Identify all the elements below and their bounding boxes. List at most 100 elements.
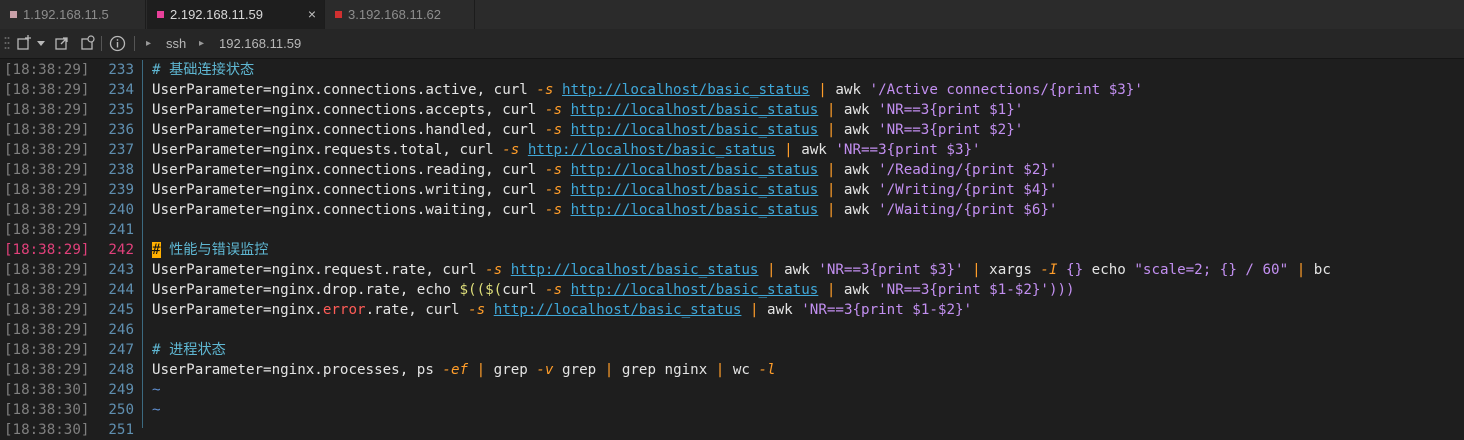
terminal-line: [18:38:29] 234 UserParameter=nginx.connect… [0,80,1464,100]
code-text: UserParameter=nginx.requests.total, curl… [152,140,981,160]
code-token: | [604,362,614,378]
url-link[interactable]: http://localhost/basic_status [528,142,776,158]
code-token: UserParameter=nginx.connections.writing,… [152,182,545,198]
url-link[interactable]: http://localhost/basic_status [571,282,819,298]
code-token: | [767,262,776,278]
code-token: -s [485,262,503,278]
tab-label: 1.192.168.11.5 [23,7,109,22]
code-token: 'NR==3{print $2}' [878,122,1024,138]
line-number: 234 [108,82,134,98]
code-token: -s [544,282,563,298]
breadcrumb-host[interactable]: 192.168.11.59 [219,34,301,52]
line-number: 239 [108,182,134,198]
code-text: UserParameter=nginx.connections.handled,… [152,120,1023,140]
code-token: -s [544,122,563,138]
code-token: # [152,242,161,258]
code-text: UserParameter=nginx.connections.reading,… [152,160,1057,180]
code-text: UserParameter=nginx.request.rate, curl -… [152,260,1331,280]
code-token: UserParameter=nginx.connections.reading,… [152,162,545,178]
info-icon[interactable] [109,34,126,52]
code-token: UserParameter=nginx.connections.handled,… [152,122,545,138]
tab-color-icon [10,11,17,18]
tab-label: 3.192.168.11.62 [348,7,442,22]
tab-label: 2.192.168.11.59 [170,7,264,22]
tab-session-2[interactable]: 2.192.168.11.59 × [147,0,325,29]
code-token: UserParameter=nginx.connections.waiting,… [152,202,545,218]
url-link[interactable]: http://localhost/basic_status [571,122,819,138]
code-token: '/Writing/{print $4}' [878,182,1058,198]
terminal-line: [18:38:29] 235 UserParameter=nginx.connect… [0,100,1464,120]
timestamp: [18:38:29] [4,62,90,78]
code-token: -v [536,362,554,378]
code-text: # 性能与错误监控 [152,240,268,260]
timestamp: [18:38:29] [4,362,90,378]
terminal-line: [18:38:29] 240 UserParameter=nginx.connect… [0,200,1464,220]
code-token: | [972,262,981,278]
line-number: 247 [108,342,134,358]
code-token: 'NR==3{print $1-$2}' [878,282,1049,298]
url-link[interactable]: http://localhost/basic_status [571,162,819,178]
url-link[interactable]: http://localhost/basic_status [571,202,819,218]
code-token: ))) [1048,282,1075,298]
divider [101,36,102,51]
code-token: # 进程状态 [152,342,226,358]
close-icon[interactable]: × [308,6,316,22]
code-token: UserParameter=nginx.connections.active, … [152,82,537,98]
line-number: 243 [108,262,134,278]
timestamp: [18:38:29] [4,282,90,298]
url-link[interactable]: http://localhost/basic_status [562,82,810,98]
code-token: error [322,302,366,318]
url-link[interactable]: http://localhost/basic_status [511,262,759,278]
line-number: 246 [108,322,134,338]
code-token: {} [1066,262,1084,278]
line-number: 237 [108,142,134,158]
tab-color-icon [335,11,342,18]
code-token: '/Waiting/{print $6}' [878,202,1058,218]
line-number: 250 [108,402,134,418]
code-token: curl [502,282,545,298]
code-token: .rate, curl [365,302,469,318]
tab-session-1[interactable]: 1.192.168.11.5 [0,0,146,29]
url-link[interactable]: http://localhost/basic_status [571,102,819,118]
code-token: 性能与错误监控 [160,242,269,258]
duplicate-tab-icon[interactable] [54,34,70,52]
url-link[interactable]: http://localhost/basic_status [494,302,742,318]
chevron-down-icon[interactable] [37,34,45,52]
code-text: UserParameter=nginx.connections.active, … [152,80,1143,100]
new-tab-icon[interactable] [16,34,32,52]
terminal-line: [18:38:29] 242 # 性能与错误监控 [0,240,1464,260]
line-number: 251 [108,422,134,438]
code-text: UserParameter=nginx.processes, ps -ef | … [152,360,776,380]
terminal-line: [18:38:29] 238 UserParameter=nginx.connect… [0,160,1464,180]
drag-handle-icon[interactable] [4,34,10,52]
line-number: 244 [108,282,134,298]
session-settings-icon[interactable] [80,34,96,52]
code-token: | [784,142,793,158]
code-token: -s [468,302,486,318]
line-number: 235 [108,102,134,118]
timestamp: [18:38:29] [4,342,90,358]
breadcrumb-protocol[interactable]: ssh [166,34,186,52]
code-token: ~ [152,382,161,398]
code-token: awk [835,162,879,178]
code-token: awk [835,102,879,118]
code-token: wc [724,362,759,378]
code-token: xargs [980,262,1041,278]
tab-session-3[interactable]: 3.192.168.11.62 [325,0,475,29]
timestamp: [18:38:29] [4,142,90,158]
code-token: | [749,302,759,318]
terminal-line: [18:38:29] 243 UserParameter=nginx.request… [0,260,1464,280]
timestamp: [18:38:29] [4,322,90,338]
url-link[interactable]: http://localhost/basic_status [571,182,819,198]
timestamp: [18:38:29] [4,162,90,178]
code-token: -s [544,102,563,118]
code-token: # 基础连接状态 [152,62,255,78]
